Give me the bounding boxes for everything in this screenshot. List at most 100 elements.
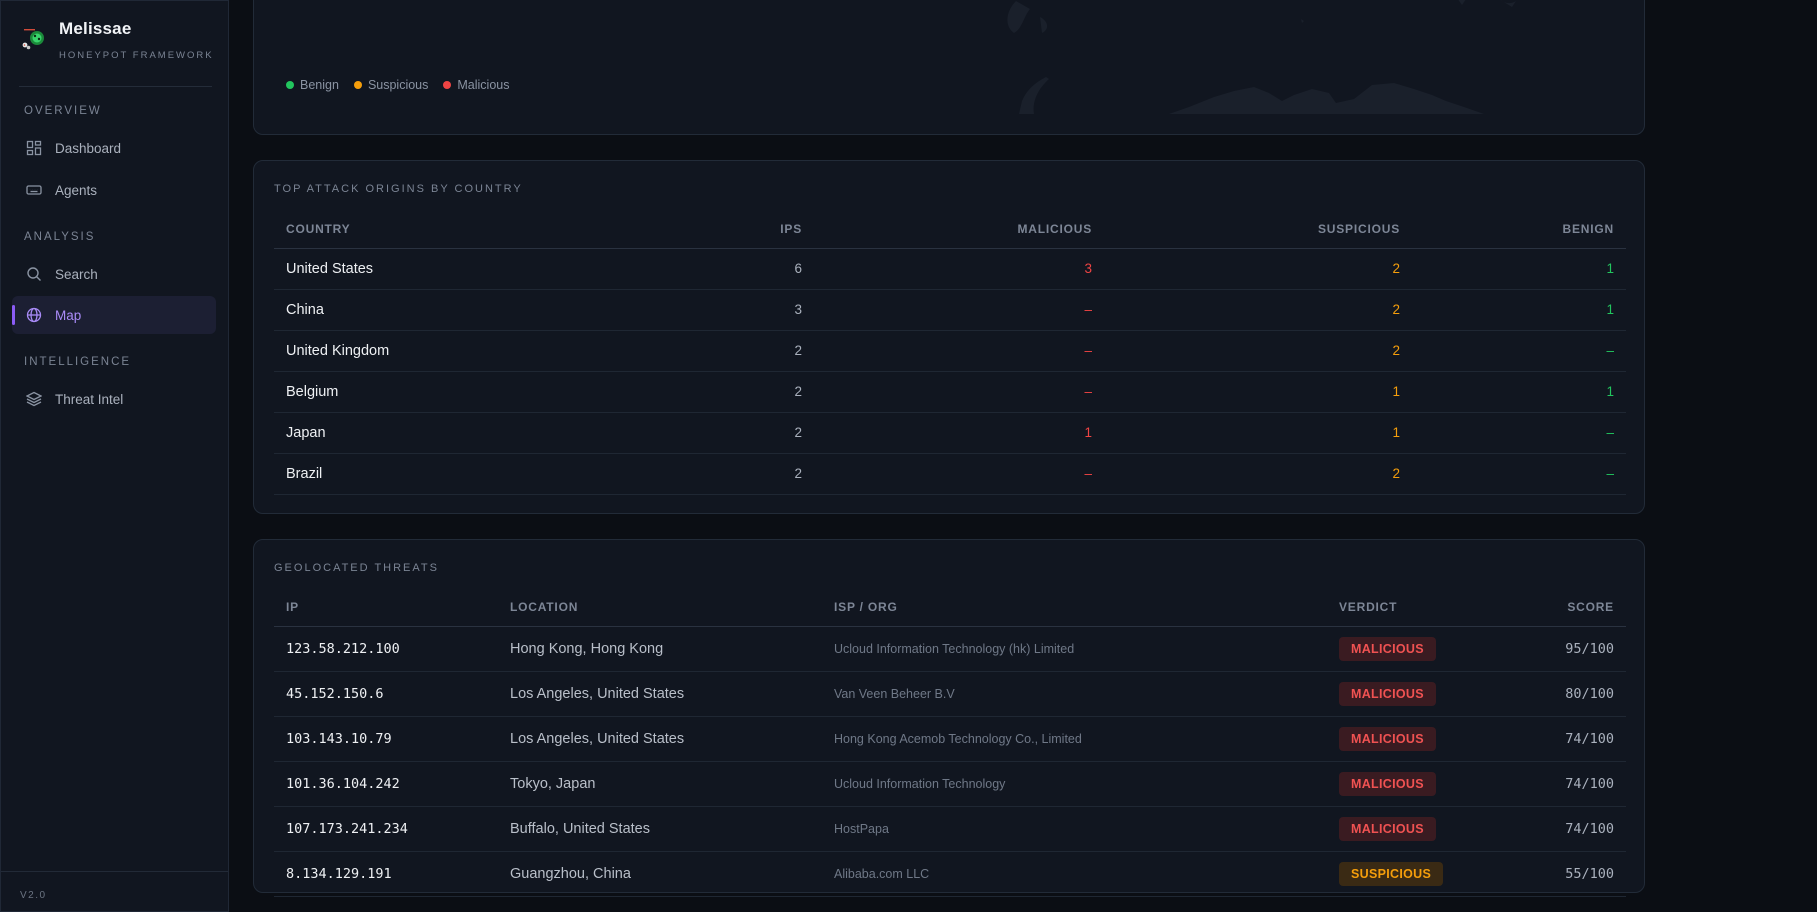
col-location[interactable]: LOCATION <box>498 588 822 627</box>
table-row[interactable]: 45.152.150.6 Los Angeles, United States … <box>274 671 1626 717</box>
verdict-cell: MALICIOUS <box>1327 671 1517 717</box>
table-row[interactable]: 101.36.104.242 Tokyo, Japan Ucloud Infor… <box>274 761 1626 807</box>
sidebar-item-threat-intel[interactable]: Threat Intel <box>12 380 216 418</box>
benign-cell: 1 <box>1412 371 1626 413</box>
origins-table: COUNTRY IPS MALICIOUS SUSPICIOUS BENIGN … <box>274 210 1626 495</box>
sidebar-item-label: Dashboard <box>55 140 122 156</box>
agents-icon <box>25 182 42 199</box>
isp-cell: Van Veen Beheer B.V <box>822 671 1327 717</box>
ips-cell: 2 <box>494 371 814 413</box>
table-row[interactable]: Japan 2 1 1 – <box>274 412 1626 454</box>
ips-cell: 2 <box>494 453 814 495</box>
col-benign[interactable]: BENIGN <box>1412 210 1626 249</box>
malicious-cell: 3 <box>814 248 1104 290</box>
sidebar-item-label: Map <box>55 307 82 323</box>
bee-logo-icon <box>22 29 44 50</box>
score-cell: 95/100 <box>1517 626 1626 672</box>
suspicious-cell: 1 <box>1104 412 1412 454</box>
verdict-badge: MALICIOUS <box>1339 681 1436 706</box>
world-map[interactable] <box>254 0 1646 136</box>
threats-scroll-area[interactable]: IP LOCATION ISP / ORG VERDICT SCORE 123.… <box>274 588 1626 912</box>
dashboard-icon <box>25 140 42 157</box>
col-isp[interactable]: ISP / ORG <box>822 588 1327 627</box>
table-row[interactable]: 8.134.129.191 Guangzhou, China Alibaba.c… <box>274 851 1626 897</box>
col-suspicious[interactable]: SUSPICIOUS <box>1104 210 1412 249</box>
legend-label: Malicious <box>457 78 510 92</box>
threats-table: IP LOCATION ISP / ORG VERDICT SCORE 123.… <box>274 588 1626 897</box>
malicious-cell: – <box>814 330 1104 372</box>
col-ip[interactable]: IP <box>274 588 498 627</box>
country-cell: Japan <box>274 412 494 454</box>
legend-item-malicious: Malicious <box>443 78 510 92</box>
verdict-badge: MALICIOUS <box>1339 636 1436 661</box>
sidebar-footer-divider <box>1 871 228 872</box>
col-score[interactable]: SCORE <box>1517 588 1626 627</box>
globe-icon <box>25 307 42 324</box>
table-row[interactable]: 103.143.10.79 Los Angeles, United States… <box>274 716 1626 762</box>
sidebar-item-search[interactable]: Search <box>12 255 216 293</box>
sidebar-item-agents[interactable]: Agents <box>12 171 216 209</box>
malicious-cell: – <box>814 453 1104 495</box>
table-row[interactable]: 107.173.241.234 Buffalo, United States H… <box>274 806 1626 852</box>
legend-item-suspicious: Suspicious <box>353 78 428 92</box>
col-malicious[interactable]: MALICIOUS <box>814 210 1104 249</box>
country-cell: Brazil <box>274 453 494 495</box>
location-cell: Los Angeles, United States <box>498 671 822 717</box>
table-row[interactable]: Brazil 2 – 2 – <box>274 453 1626 495</box>
ips-cell: 2 <box>494 330 814 372</box>
sidebar-item-dashboard[interactable]: Dashboard <box>12 129 216 167</box>
ips-cell: 2 <box>494 412 814 454</box>
sidebar-item-label: Agents <box>55 182 98 198</box>
table-row[interactable]: China 3 – 2 1 <box>274 289 1626 331</box>
legend-item-benign: Benign <box>286 78 339 92</box>
sidebar-item-label: Search <box>55 266 98 282</box>
ip-cell: 123.58.212.100 <box>274 626 498 672</box>
ips-cell: 6 <box>494 248 814 290</box>
verdict-cell: SUSPICIOUS <box>1327 851 1517 897</box>
version-label: V2.0 <box>20 890 47 901</box>
ip-cell: 45.152.150.6 <box>274 671 498 717</box>
sidebar-item-map[interactable]: Map <box>12 296 216 334</box>
nav-section-analysis: ANALYSIS <box>24 231 96 243</box>
isp-cell: Ucloud Information Technology (hk) Limit… <box>822 626 1327 672</box>
verdict-badge: MALICIOUS <box>1339 816 1436 841</box>
benign-cell: 1 <box>1412 289 1626 331</box>
col-ips[interactable]: IPS <box>494 210 814 249</box>
country-cell: Belgium <box>274 371 494 413</box>
suspicious-cell: 2 <box>1104 453 1412 495</box>
app-subtitle: HONEYPOT FRAMEWORK <box>59 50 214 61</box>
benign-cell: – <box>1412 412 1626 454</box>
location-cell: Hong Kong, Hong Kong <box>498 626 822 672</box>
verdict-cell: MALICIOUS <box>1327 716 1517 762</box>
map-legend: Benign Suspicious Malicious <box>286 78 525 92</box>
malicious-cell: – <box>814 289 1104 331</box>
verdict-badge: MALICIOUS <box>1339 726 1436 751</box>
col-country[interactable]: COUNTRY <box>274 210 494 249</box>
suspicious-cell: 2 <box>1104 248 1412 290</box>
verdict-badge: SUSPICIOUS <box>1339 861 1444 886</box>
country-cell: China <box>274 289 494 331</box>
malicious-cell: – <box>814 371 1104 413</box>
verdict-cell: MALICIOUS <box>1327 761 1517 807</box>
col-verdict[interactable]: VERDICT <box>1327 588 1517 627</box>
verdict-cell: MALICIOUS <box>1327 806 1517 852</box>
brand[interactable]: Melissae HONEYPOT FRAMEWORK <box>19 19 214 61</box>
table-row[interactable]: United States 6 3 2 1 <box>274 248 1626 290</box>
benign-cell: – <box>1412 453 1626 495</box>
table-row[interactable]: Belgium 2 – 1 1 <box>274 371 1626 413</box>
legend-label: Benign <box>300 78 339 92</box>
origins-title: TOP ATTACK ORIGINS BY COUNTRY <box>274 183 523 195</box>
score-cell: 80/100 <box>1517 671 1626 717</box>
map-card: Benign Suspicious Malicious <box>253 0 1645 135</box>
verdict-cell: MALICIOUS <box>1327 626 1517 672</box>
score-cell: 74/100 <box>1517 806 1626 852</box>
location-cell: Tokyo, Japan <box>498 761 822 807</box>
location-cell: Los Angeles, United States <box>498 716 822 762</box>
table-row[interactable]: United Kingdom 2 – 2 – <box>274 330 1626 372</box>
isp-cell: Hong Kong Acemob Technology Co., Limited <box>822 716 1327 762</box>
nav-section-overview: OVERVIEW <box>24 105 102 117</box>
table-row[interactable]: 123.58.212.100 Hong Kong, Hong Kong Uclo… <box>274 626 1626 672</box>
suspicious-cell: 2 <box>1104 289 1412 331</box>
score-cell: 74/100 <box>1517 716 1626 762</box>
suspicious-cell: 2 <box>1104 330 1412 372</box>
